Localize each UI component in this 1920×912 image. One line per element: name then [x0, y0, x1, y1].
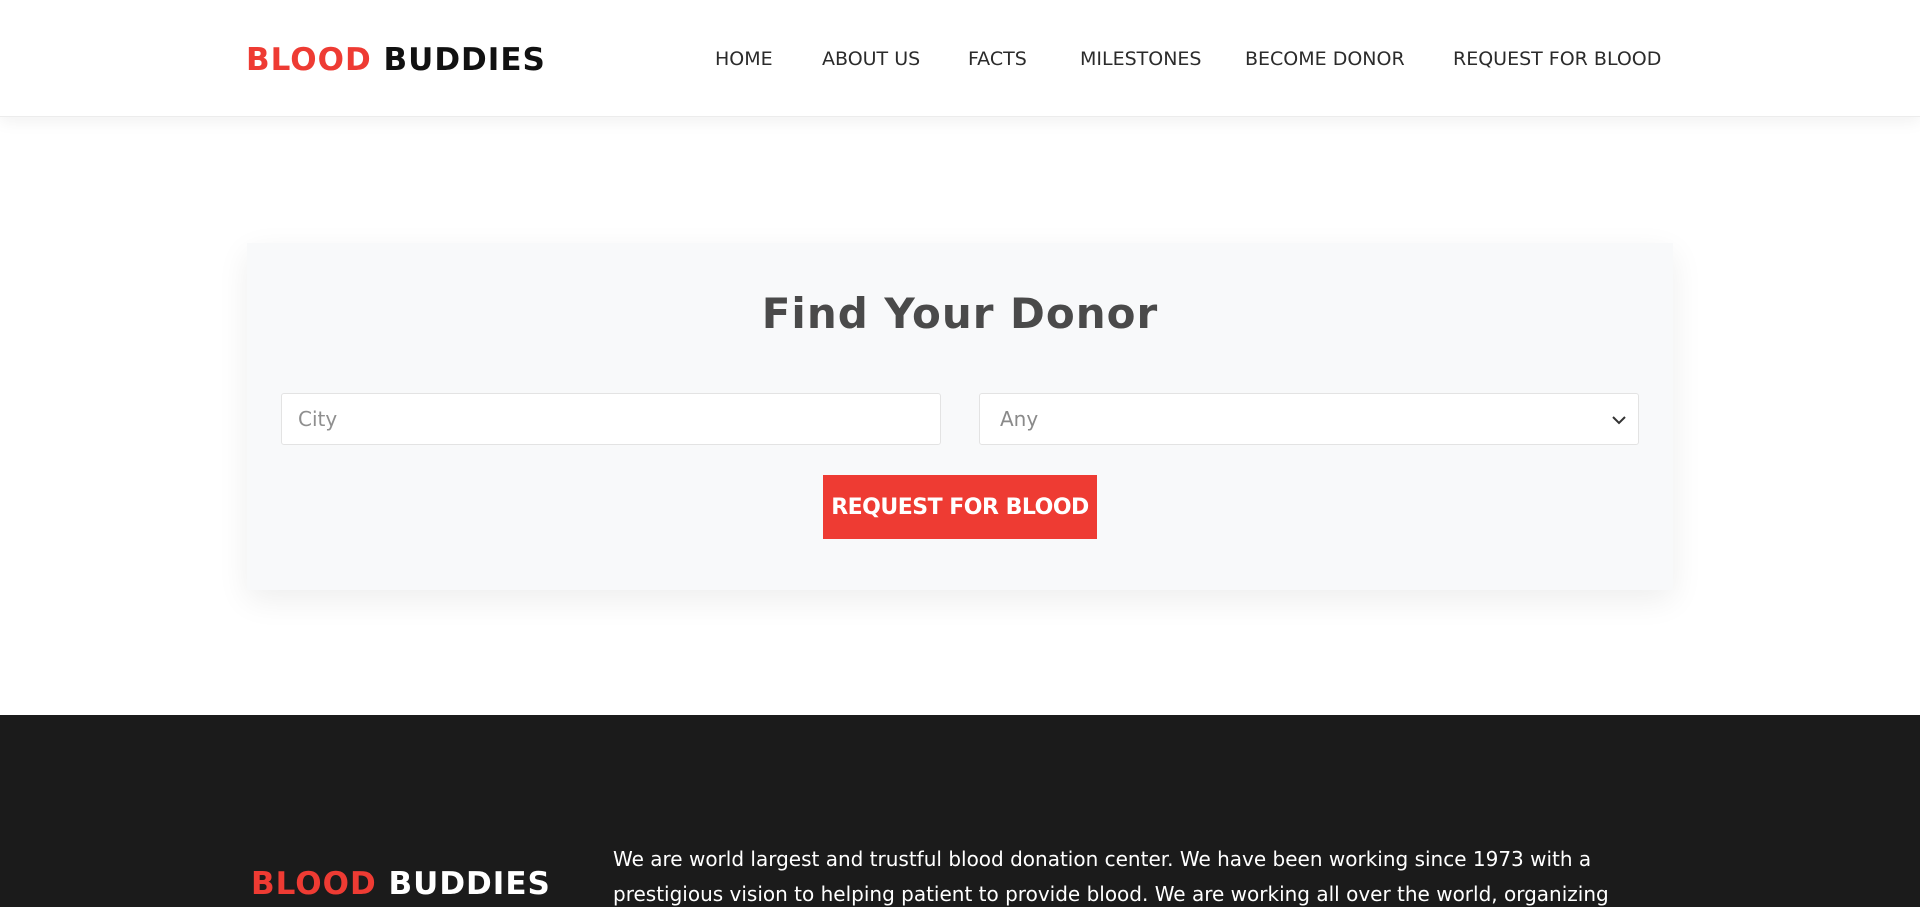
- blood-group-selected-value: Any: [1000, 407, 1039, 431]
- request-blood-button[interactable]: REQUEST FOR BLOOD: [823, 475, 1097, 539]
- footer: BLOOD BUDDIES We are world largest and t…: [0, 715, 1920, 907]
- nav-item-request-for-blood[interactable]: REQUEST FOR BLOOD: [1453, 44, 1661, 74]
- footer-brand-logo[interactable]: BLOOD BUDDIES: [251, 864, 551, 904]
- footer-brand-part2: BUDDIES: [388, 866, 551, 902]
- nav-item-become-donor[interactable]: BECOME DONOR: [1245, 44, 1405, 74]
- nav-item-milestones[interactable]: MILESTONES: [1080, 44, 1202, 74]
- nav-item-facts[interactable]: FACTS: [968, 44, 1027, 74]
- navbar: BLOOD BUDDIES HOME ABOUT US FACTS MILEST…: [0, 0, 1920, 117]
- chevron-down-icon: [1612, 416, 1626, 425]
- city-input[interactable]: [281, 393, 941, 445]
- nav-item-about-us[interactable]: ABOUT US: [822, 44, 920, 74]
- find-donor-title: Find Your Donor: [761, 289, 1159, 338]
- footer-brand-part1: BLOOD: [251, 866, 377, 902]
- blood-group-select[interactable]: Any: [979, 393, 1639, 445]
- main-nav: HOME ABOUT US FACTS MILESTONES BECOME DO…: [0, 44, 1920, 74]
- footer-about-text: We are world largest and trustful blood …: [613, 847, 1609, 906]
- nav-item-home[interactable]: HOME: [715, 44, 773, 74]
- find-donor-card: Find Your Donor Any REQUEST FOR BLOOD: [247, 243, 1673, 590]
